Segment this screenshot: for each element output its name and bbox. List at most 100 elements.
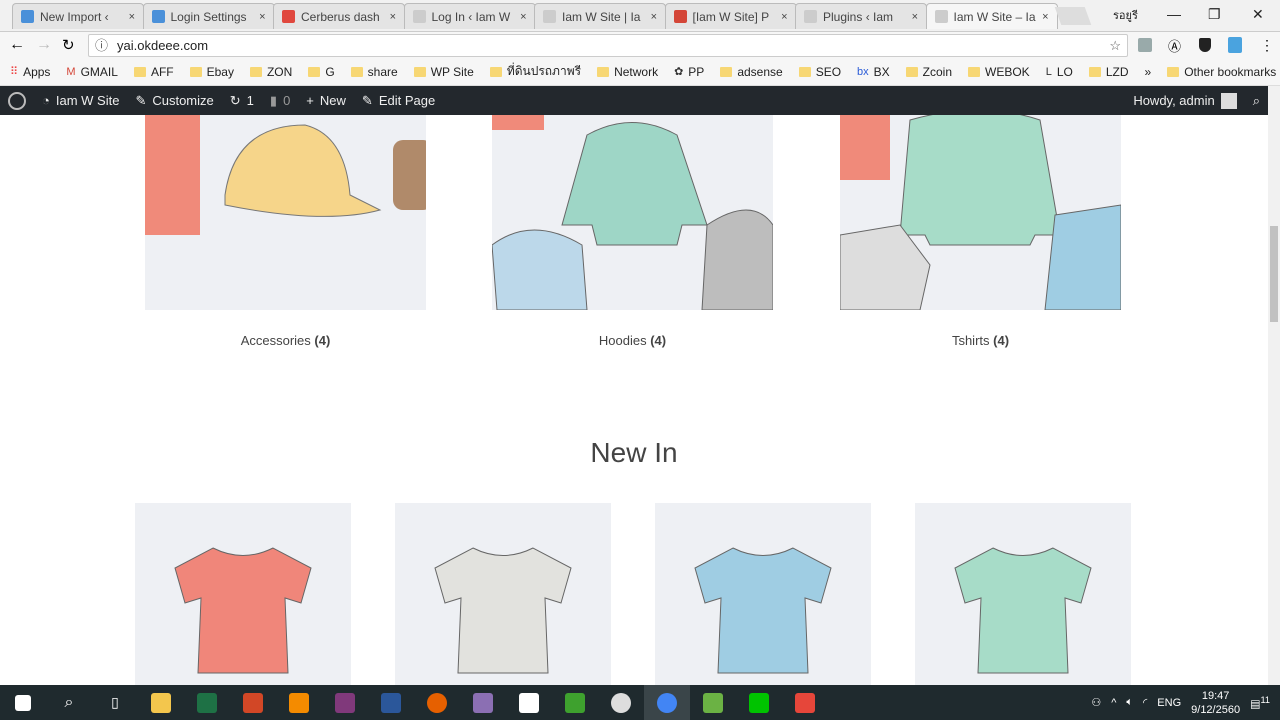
maximize-button[interactable]: ❐ [1208, 6, 1221, 23]
taskbar-app-file-explorer[interactable] [138, 685, 184, 720]
taskbar-app-app-purple[interactable] [460, 685, 506, 720]
extension-shield-icon[interactable] [1199, 38, 1211, 52]
bookmark-item[interactable]: ZON [249, 65, 292, 79]
back-icon[interactable]: ← [9, 36, 25, 54]
product-card[interactable] [915, 503, 1131, 685]
bookmark-item[interactable]: ⠿ Apps [10, 65, 50, 79]
search-button[interactable]: ⌕ [46, 685, 92, 720]
volume-icon[interactable]: 🔈︎ [1126, 696, 1133, 709]
taskbar-app-vlc[interactable] [276, 685, 322, 720]
other-bookmarks[interactable]: Other bookmarks [1167, 65, 1276, 79]
bookmark-item[interactable]: adsense [720, 65, 783, 79]
bookmark-item[interactable]: share [350, 65, 398, 79]
edit-page-link[interactable]: ✎ Edit Page [354, 93, 443, 109]
bookmark-item[interactable]: WP Site [413, 65, 474, 79]
folder-icon [249, 66, 262, 77]
tab-close-icon[interactable]: × [390, 11, 396, 23]
taskbar-app-dropbox[interactable] [506, 685, 552, 720]
minimize-button[interactable]: — [1167, 6, 1181, 22]
bookmark-item[interactable]: bx BX [857, 65, 890, 79]
tab-close-icon[interactable]: × [781, 11, 787, 23]
language-indicator[interactable]: ENG [1157, 697, 1181, 709]
reload-icon[interactable]: ↻ [62, 36, 75, 54]
my-account-menu[interactable]: Howdy, admin [1125, 92, 1244, 109]
wp-logo-menu[interactable] [0, 91, 34, 110]
product-card[interactable] [395, 503, 611, 685]
browser-tab[interactable]: Cerberus dash × [273, 3, 405, 29]
taskbar-app-camtasia[interactable] [552, 685, 598, 720]
category-image-hoodies[interactable] [492, 115, 773, 310]
bookmark-item[interactable]: ✿ PP [674, 65, 704, 79]
bookmark-item[interactable]: Zcoin [905, 65, 952, 79]
taskbar-app-powerpoint[interactable] [230, 685, 276, 720]
admin-site-link[interactable]: ◔ Iam W Site [34, 93, 127, 108]
product-card[interactable] [135, 503, 351, 685]
task-view-button[interactable]: ▯ [92, 685, 138, 720]
taskbar-app-word[interactable] [368, 685, 414, 720]
bookmark-item[interactable]: Ebay [189, 65, 234, 79]
admin-search-button[interactable]: ⌕ [1245, 93, 1268, 109]
bookmark-item[interactable]: M GMAIL [66, 65, 118, 79]
start-button[interactable] [0, 685, 46, 720]
bookmark-item[interactable]: WEBOK [968, 65, 1030, 79]
category-image-tshirts[interactable] [840, 115, 1121, 310]
browser-tab[interactable]: Iam W Site – Ia × [925, 3, 1058, 29]
taskbar-app-chrome[interactable] [644, 685, 690, 720]
browser-tab[interactable]: Login Settings × [142, 3, 275, 29]
extension-a-icon[interactable]: Ⓐ [1168, 36, 1181, 55]
forward-icon[interactable]: → [36, 36, 52, 54]
tab-close-icon[interactable]: × [651, 11, 657, 23]
profile-name[interactable]: รอยูรี [1113, 6, 1138, 24]
people-icon[interactable]: ⚇ [1091, 696, 1101, 709]
taskbar-app-firefox[interactable] [414, 685, 460, 720]
new-content-link[interactable]: + New [298, 93, 354, 108]
comments-link[interactable]: ▮ 0 [262, 93, 298, 109]
tab-close-icon[interactable]: × [1042, 11, 1048, 23]
category-link-accessories[interactable]: Accessories (4) [145, 333, 426, 348]
bookmark-item[interactable]: LZD [1088, 65, 1129, 79]
browser-tab[interactable]: [Iam W Site] P × [664, 3, 797, 29]
browser-tab[interactable]: Log In ‹ Iam W × [403, 3, 536, 29]
wifi-icon[interactable]: ◜ [1143, 696, 1147, 709]
browser-tab[interactable]: New Import ‹ × [12, 3, 144, 29]
scrollbar-thumb[interactable] [1270, 226, 1278, 322]
taskbar-app-line[interactable] [736, 685, 782, 720]
tab-close-icon[interactable]: × [520, 11, 526, 23]
address-bar[interactable]: ⓘ yai.okdeee.com ☆ [88, 34, 1128, 57]
bookmark-item[interactable]: AFF [133, 65, 174, 79]
info-icon[interactable]: ⓘ [95, 35, 108, 56]
browser-tab[interactable]: Iam W Site | Ia × [534, 3, 666, 29]
lo-icon: L [1045, 65, 1052, 78]
page-scrollbar[interactable] [1268, 86, 1280, 685]
extension-icon[interactable] [1138, 38, 1152, 52]
taskbar-app-app-t[interactable] [598, 685, 644, 720]
browser-tab[interactable]: Plugins ‹ Iam × [795, 3, 927, 29]
category-image-accessories[interactable] [145, 115, 426, 310]
bookmark-item[interactable]: L LO [1046, 65, 1073, 79]
bookmark-item[interactable]: ที่ดินปรถภาพรี [489, 62, 581, 81]
bookmark-item[interactable]: Network [597, 65, 658, 79]
more-bookmarks-button[interactable]: » [1145, 65, 1152, 79]
extension-blue-icon[interactable] [1228, 37, 1242, 53]
tab-close-icon[interactable]: × [259, 11, 265, 23]
bookmark-item[interactable]: G [308, 65, 335, 79]
action-center-icon[interactable]: ▤11 [1250, 695, 1270, 711]
close-window-button[interactable]: ✕ [1252, 6, 1264, 23]
category-link-hoodies[interactable]: Hoodies (4) [492, 333, 773, 348]
show-hidden-icons[interactable]: ^ [1111, 697, 1116, 709]
menu-icon[interactable]: ⋮ [1260, 37, 1274, 54]
taskbar-app-app-red[interactable] [782, 685, 828, 720]
bookmark-star-icon[interactable]: ☆ [1109, 35, 1121, 56]
bookmark-item[interactable]: SEO [798, 65, 841, 79]
updates-link[interactable]: ↻ 1 [222, 93, 262, 109]
tab-close-icon[interactable]: × [912, 11, 918, 23]
taskbar-app-onenote[interactable] [322, 685, 368, 720]
clock[interactable]: 19:47 9/12/2560 [1191, 689, 1240, 717]
product-card[interactable] [655, 503, 871, 685]
taskbar-app-app-green[interactable] [690, 685, 736, 720]
tab-close-icon[interactable]: × [129, 11, 135, 23]
taskbar-app-excel[interactable] [184, 685, 230, 720]
customize-link[interactable]: ✎ Customize [127, 93, 221, 109]
new-tab-button[interactable] [1054, 7, 1092, 25]
category-link-tshirts[interactable]: Tshirts (4) [840, 333, 1121, 348]
